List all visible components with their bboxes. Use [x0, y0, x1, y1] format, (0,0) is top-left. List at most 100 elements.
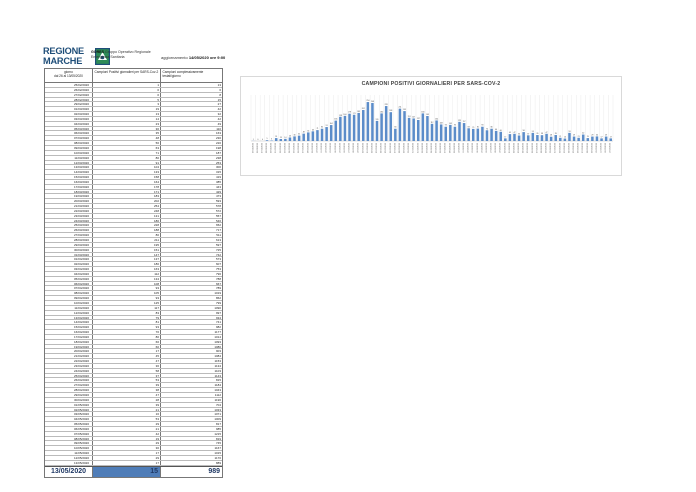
cell-date: 01/03/2020	[45, 107, 93, 112]
bar	[559, 137, 562, 141]
cell-positives: 19	[93, 436, 161, 441]
bar	[430, 123, 434, 141]
cell-date: 06/03/2020	[45, 131, 93, 136]
bar	[362, 110, 365, 141]
bar	[348, 113, 351, 141]
x-tick-label: 01/03/2020	[275, 142, 277, 153]
cell-positives: 104	[93, 165, 161, 170]
data-label: 47	[546, 132, 548, 134]
data-label: 188	[389, 110, 392, 112]
cell-date: 02/04/2020	[45, 262, 93, 267]
cell-positives: 45	[93, 354, 161, 359]
cell-tested: 985	[215, 426, 221, 431]
cell-date: 13/04/2020	[45, 315, 93, 320]
cell-tested: 473	[215, 194, 221, 199]
bar	[384, 106, 388, 141]
daily-samples-table: giorno dal 26 al 13/05/2020 Campioni Pos…	[44, 68, 223, 478]
data-label: 28	[550, 135, 552, 137]
cell-positives: 131	[93, 213, 161, 218]
data-label: 180	[421, 111, 424, 113]
cell-date: 27/02/2020	[45, 92, 93, 97]
cell-tested: 704	[215, 402, 221, 407]
chart-container: CAMPIONI POSITIVI GIORNALIERI PER SARS-C…	[240, 76, 622, 176]
cell-tested: 557	[215, 213, 221, 218]
cell-positives: 108	[93, 281, 161, 286]
x-tick-label: 25/02/2020	[252, 142, 254, 153]
x-tick-label: 27/03/2020	[394, 142, 396, 153]
cell-date: 01/05/2020	[45, 402, 93, 407]
cell-positives: 21	[93, 407, 161, 412]
data-label: 53	[568, 131, 570, 133]
cell-positives: 47	[93, 393, 161, 397]
cell-positives: 35	[93, 131, 161, 136]
logo-text: REGIONE MARCHE	[43, 46, 93, 66]
x-tick-label: 15/03/2020	[339, 142, 341, 153]
bar	[279, 139, 283, 141]
data-label: 29	[591, 135, 593, 137]
cell-date: 10/04/2020	[45, 300, 93, 305]
cell-tested: 1215	[214, 431, 221, 436]
data-label: 195	[403, 109, 406, 111]
cell-tested: 32	[217, 112, 221, 116]
x-tick-label: 24/03/2020	[381, 142, 383, 153]
bar	[467, 128, 470, 141]
cell-tested: 815	[215, 378, 221, 383]
cell-tested: 817	[215, 422, 221, 426]
cell-positives: 195	[93, 242, 161, 247]
data-label: 137	[417, 118, 420, 120]
bar	[591, 136, 594, 141]
cell-date: 06/05/2020	[45, 426, 93, 431]
cell-tested: 1090	[214, 305, 221, 310]
data-label: 80	[394, 127, 396, 129]
bar	[522, 132, 525, 141]
data-label: 19	[587, 136, 589, 138]
cell-positives: 188	[93, 228, 161, 233]
cell-positives: 28	[93, 397, 161, 402]
x-tick-label: 22/04/2020	[513, 142, 515, 153]
x-tick-label: 28/02/2020	[266, 142, 268, 153]
data-label: 58	[523, 130, 525, 132]
cell-tested: 578	[215, 204, 221, 208]
x-tick-label: 03/03/2020	[284, 142, 286, 153]
total-date: 13/05/2020	[45, 466, 93, 477]
cell-date: 15/03/2020	[45, 175, 93, 179]
bar	[508, 134, 512, 141]
cell-tested: 419	[215, 175, 221, 179]
cell-date: 10/03/2020	[45, 150, 93, 155]
x-tick-label: 08/03/2020	[307, 142, 309, 153]
data-label: 202	[362, 108, 365, 110]
cell-positives: 71	[93, 150, 161, 155]
cell-positives: 53	[93, 417, 161, 422]
x-tick-label: 11/05/2020	[601, 142, 603, 153]
cell-date: 03/03/2020	[45, 116, 93, 121]
cell-positives: 202	[93, 199, 161, 204]
data-label: 79	[472, 127, 474, 129]
cell-tested: 903	[215, 349, 221, 354]
x-tick-label: 10/05/2020	[596, 142, 598, 153]
cell-tested: 1184	[214, 383, 221, 388]
x-tick-label: 11/04/2020	[463, 142, 465, 153]
x-tick-label: 12/04/2020	[468, 142, 470, 153]
x-tick-label: 02/03/2020	[280, 142, 282, 153]
cell-date: 26/03/2020	[45, 228, 93, 233]
cell-tested: 1071	[214, 412, 221, 417]
cell-date: 08/04/2020	[45, 291, 93, 296]
x-tick-label: 04/05/2020	[568, 142, 570, 153]
cell-tested: 667	[215, 281, 221, 286]
x-tick-label: 06/05/2020	[578, 142, 580, 153]
table-body: 25/02/2020 1 13 26/02/2020 0 6 27/02/2020 0 8 28/…	[45, 83, 222, 466]
cell-positives: 91	[93, 160, 161, 165]
bar	[389, 112, 393, 141]
cell-positives: 133	[93, 170, 161, 175]
cell-tested: 198	[215, 145, 221, 150]
cell-tested: 597	[215, 242, 221, 247]
x-tick-label: 28/04/2020	[541, 142, 543, 153]
cell-date: 19/04/2020	[45, 344, 93, 349]
bar	[490, 128, 493, 141]
bar	[366, 102, 370, 141]
cell-positives: 19	[93, 107, 161, 112]
data-label: 17	[610, 136, 612, 138]
bar	[316, 130, 319, 141]
cell-date: 21/03/2020	[45, 204, 93, 208]
data-label: 164	[343, 114, 346, 116]
